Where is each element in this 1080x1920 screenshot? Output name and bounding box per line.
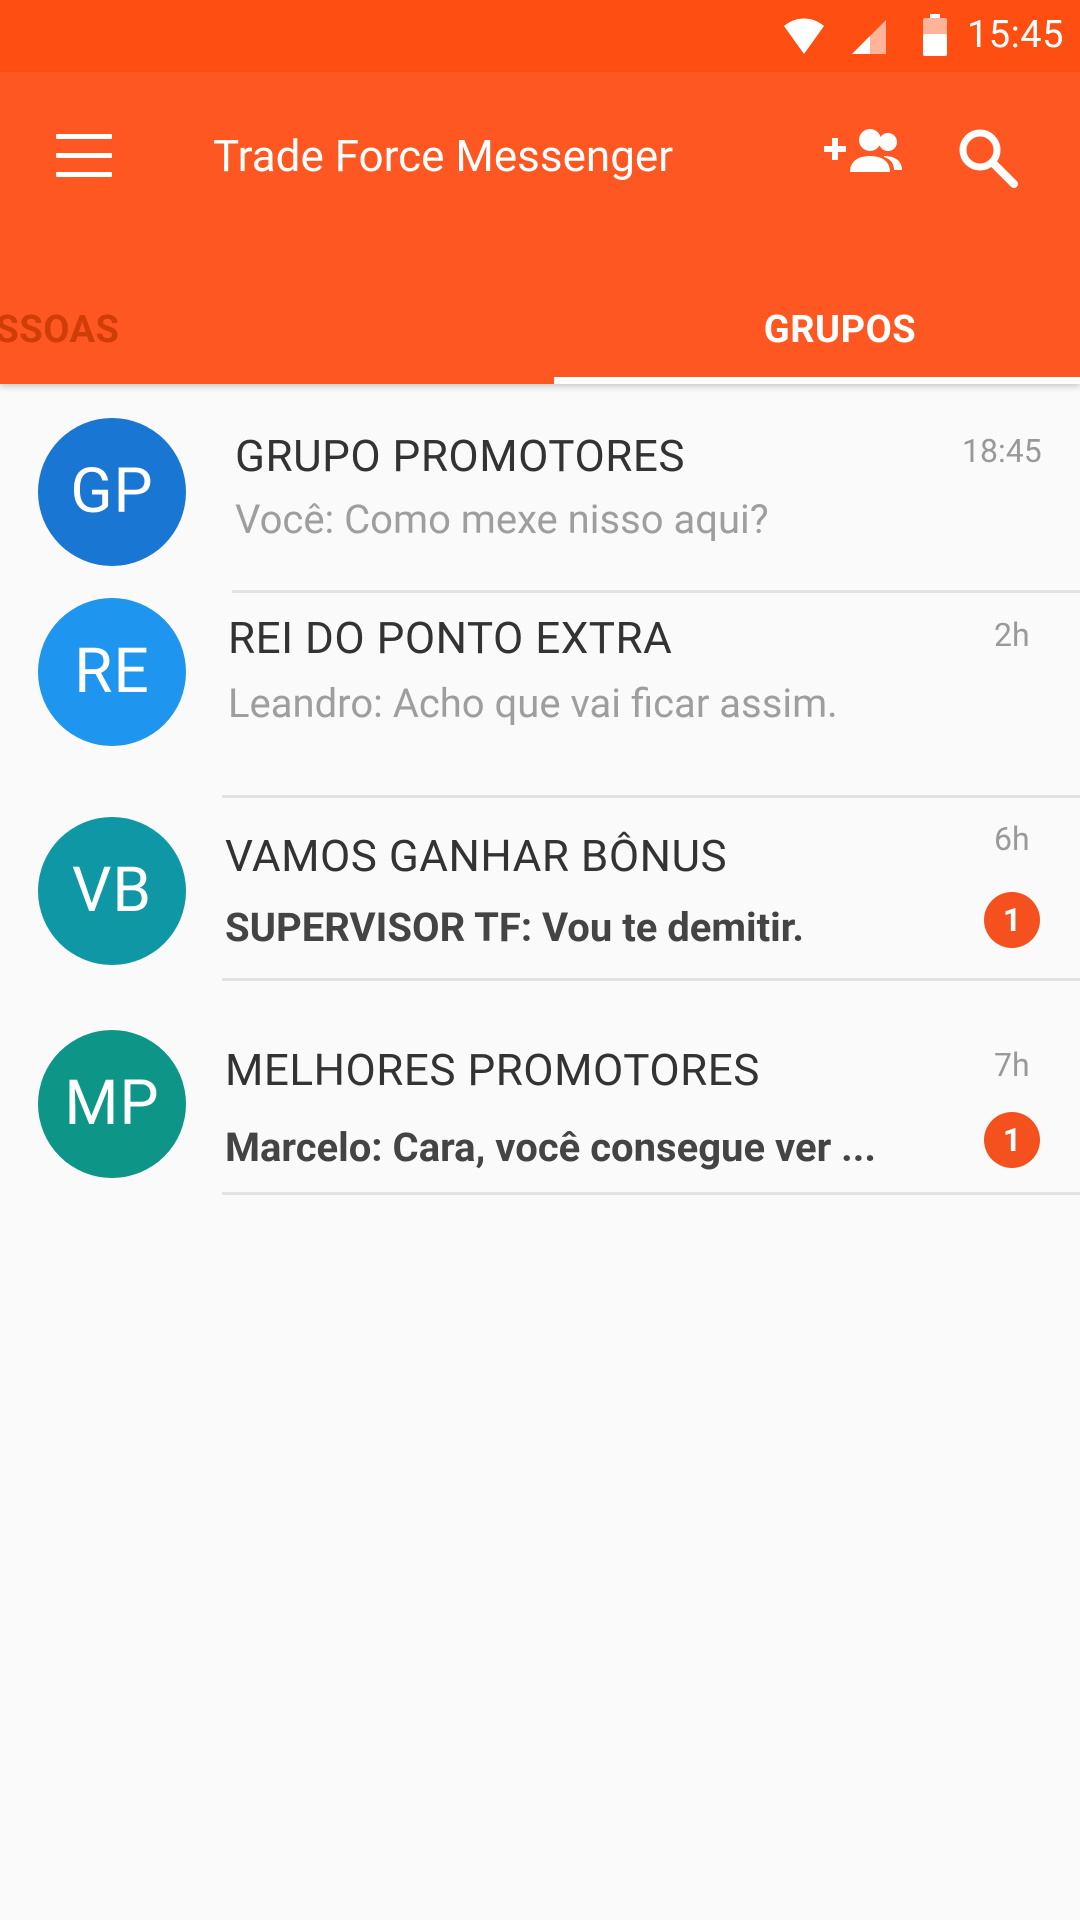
search-icon[interactable]: [956, 126, 1020, 190]
message-preview: Marcelo: Cara, você consegue ver ...: [225, 1124, 876, 1171]
app-title: Trade Force Messenger: [213, 130, 674, 182]
message-time: 6h: [994, 820, 1030, 858]
divider: [222, 978, 1080, 981]
tab-grupos[interactable]: GRUPOS: [570, 280, 1080, 380]
app-bar: Trade Force Messenger PESSOAS GRUPOS: [0, 72, 1080, 384]
cell-signal-icon: [852, 20, 886, 54]
menu-icon-line: [56, 172, 112, 177]
menu-icon-line: [56, 134, 112, 139]
battery-icon: [923, 14, 947, 56]
avatar: RE: [38, 598, 186, 746]
wifi-icon: [784, 18, 824, 54]
list-item[interactable]: GP GRUPO PROMOTORES Você: Como mexe niss…: [0, 384, 1080, 598]
divider: [222, 1192, 1080, 1195]
unread-count-badge: 1: [984, 892, 1040, 948]
message-preview: Leandro: Acho que vai ficar assim.: [228, 680, 838, 727]
group-name: REI DO PONTO EXTRA: [228, 612, 673, 664]
message-time: 2h: [994, 616, 1030, 654]
status-time: 15:45: [966, 13, 1064, 57]
divider: [232, 590, 1080, 593]
group-name: VAMOS GANHAR BÔNUS: [225, 830, 728, 882]
tab-pessoas[interactable]: PESSOAS: [0, 280, 304, 380]
tab-selected-indicator: [554, 377, 1080, 384]
avatar: VB: [38, 817, 186, 965]
divider: [222, 795, 1080, 798]
list-item[interactable]: MP MELHORES PROMOTORES Marcelo: Cara, vo…: [0, 1030, 1080, 1246]
unread-count-badge: 1: [984, 1112, 1040, 1168]
group-name: MELHORES PROMOTORES: [225, 1044, 760, 1096]
message-preview: Você: Como mexe nisso aqui?: [235, 496, 769, 543]
avatar: MP: [38, 1030, 186, 1178]
add-contact-icon[interactable]: [822, 124, 902, 180]
menu-icon-line: [56, 153, 112, 158]
message-preview: SUPERVISOR TF: Vou te demitir.: [225, 904, 804, 951]
menu-button[interactable]: [56, 134, 112, 178]
group-name: GRUPO PROMOTORES: [235, 430, 685, 482]
list-item[interactable]: RE REI DO PONTO EXTRA Leandro: Acho que …: [0, 598, 1080, 820]
group-list: GP GRUPO PROMOTORES Você: Como mexe niss…: [0, 384, 1080, 1246]
message-time: 18:45: [962, 432, 1042, 470]
message-time: 7h: [994, 1046, 1030, 1084]
avatar: GP: [38, 418, 186, 566]
status-bar: 15:45: [0, 0, 1080, 72]
list-item[interactable]: VB VAMOS GANHAR BÔNUS SUPERVISOR TF: Vou…: [0, 817, 1080, 1032]
